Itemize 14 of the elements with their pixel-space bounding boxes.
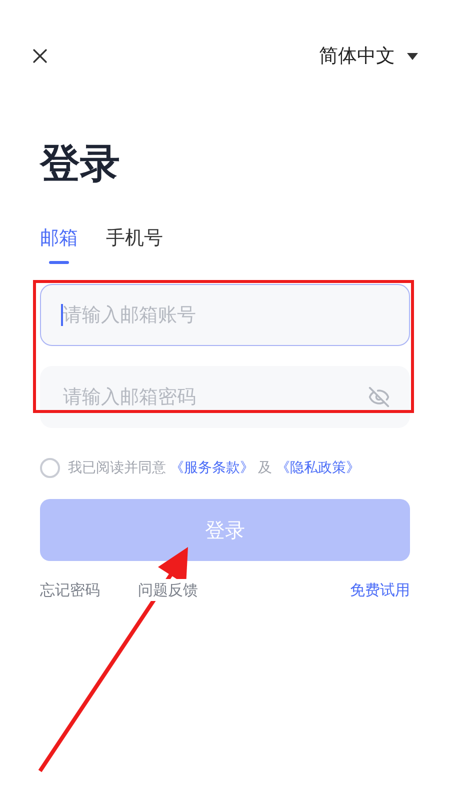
language-selector[interactable]: 简体中文 — [319, 42, 426, 70]
privacy-link[interactable]: 《隐私政策》 — [276, 458, 360, 478]
caret-icon — [407, 52, 418, 60]
agreement-joiner: 及 — [258, 458, 272, 478]
terms-link[interactable]: 《服务条款》 — [170, 458, 254, 478]
tab[interactable]: 手机号 — [106, 224, 163, 264]
agreement-text: 我已阅读并同意 — [68, 458, 166, 478]
eye-off-icon[interactable] — [368, 386, 390, 408]
tab[interactable]: 邮箱 — [40, 224, 78, 264]
page-title: 登录 — [40, 144, 121, 184]
password-field[interactable]: 请输入邮箱密码 — [40, 366, 410, 428]
footer-link[interactable]: 问题反馈 — [138, 578, 198, 601]
email-field[interactable]: 请输入邮箱账号 — [40, 284, 410, 346]
agree-checkbox[interactable] — [40, 458, 60, 478]
